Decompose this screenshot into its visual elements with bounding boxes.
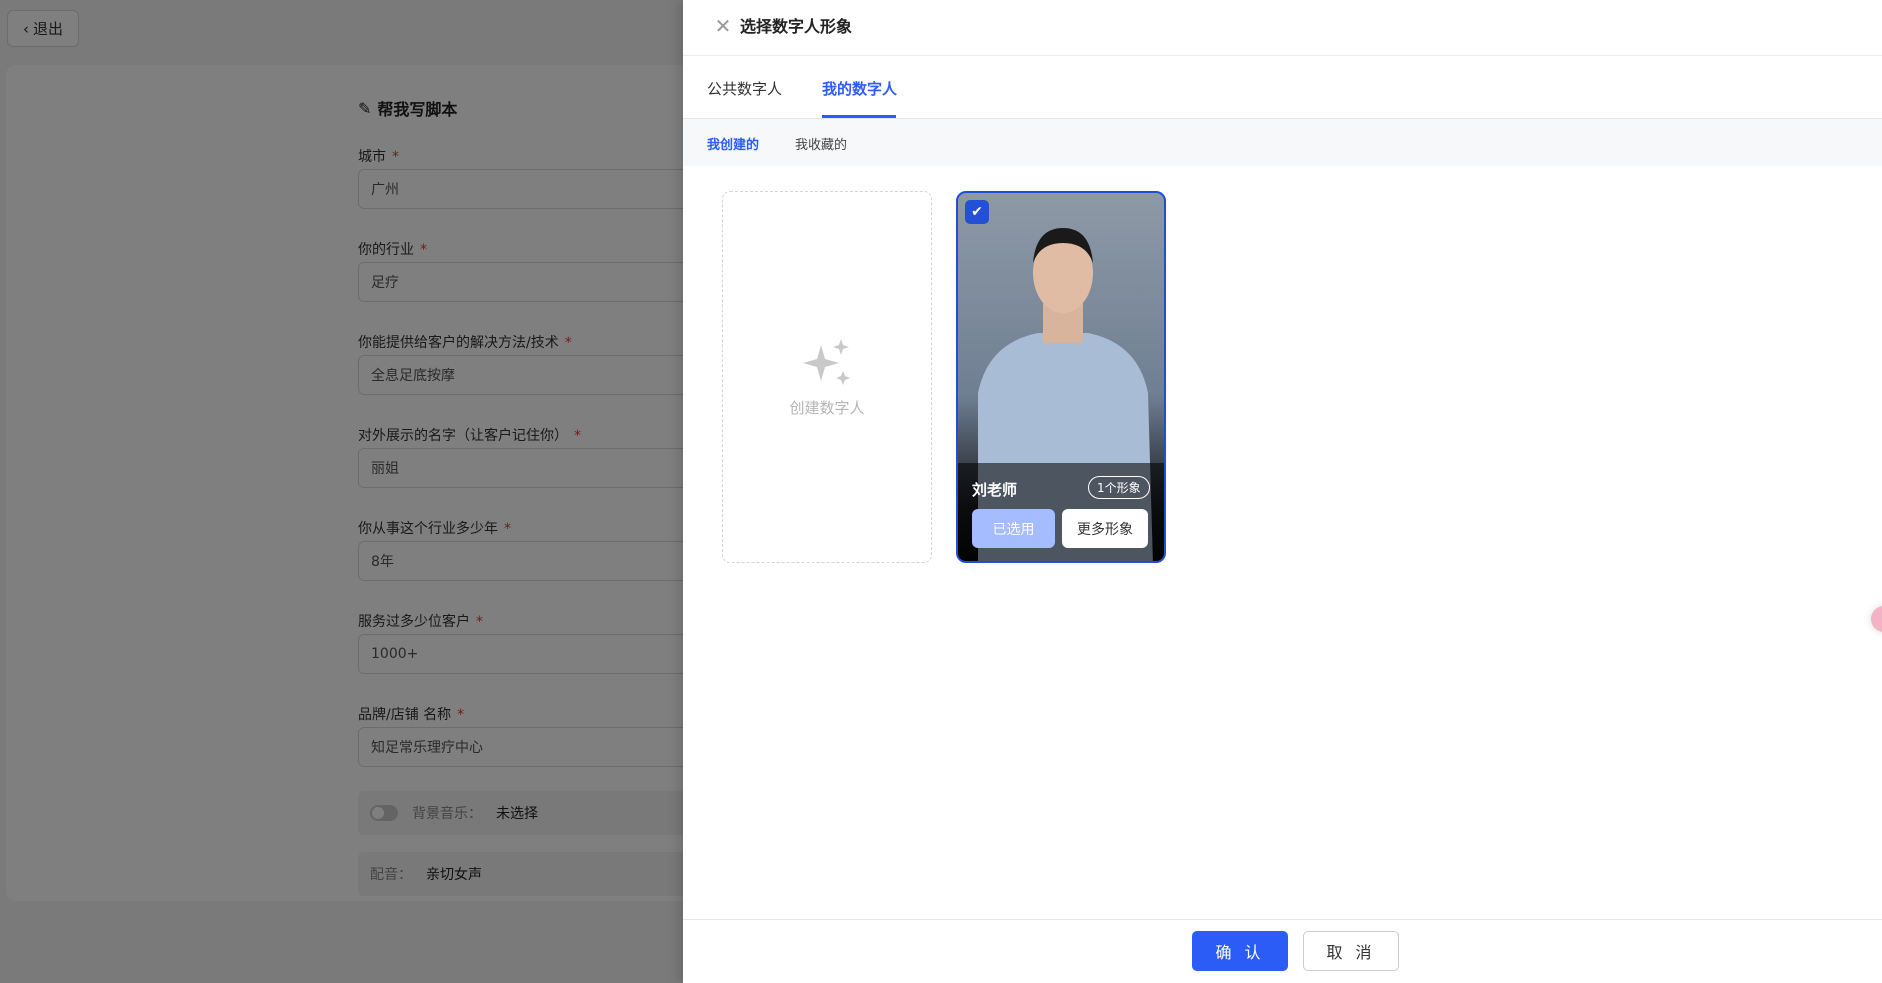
close-icon[interactable]: ✕ <box>711 14 735 38</box>
floating-assistant-icon[interactable] <box>1871 606 1882 632</box>
subtab-bar: 我创建的 我收藏的 <box>683 119 1882 166</box>
avatar-drawer: ✕ 选择数字人形象 公共数字人 我的数字人 我创建的 我收藏的 创建数字人 ✔ … <box>683 0 1882 983</box>
avatar-name: 刘老师 <box>972 481 1018 499</box>
create-avatar-card[interactable]: 创建数字人 <box>722 191 932 563</box>
subtab-favorited[interactable]: 我收藏的 <box>795 134 847 153</box>
subtab-created[interactable]: 我创建的 <box>707 134 759 153</box>
more-avatars-button[interactable]: 更多形象 <box>1062 509 1148 548</box>
used-button[interactable]: 已选用 <box>972 509 1055 548</box>
avatar-card[interactable]: ✔ 刘老师 1个形象 已选用 更多形象 <box>956 191 1166 563</box>
cancel-button[interactable]: 取 消 <box>1303 931 1399 971</box>
drawer-title: 选择数字人形象 <box>740 17 853 36</box>
tab-my-avatars[interactable]: 我的数字人 <box>822 78 897 99</box>
drawer-header: ✕ 选择数字人形象 <box>683 0 1882 56</box>
sparkle-icon <box>803 338 850 385</box>
selected-check-icon[interactable]: ✔ <box>965 200 989 224</box>
avatar-photo <box>958 228 1164 561</box>
tab-public-avatars[interactable]: 公共数字人 <box>707 78 782 99</box>
tab-bar: 公共数字人 我的数字人 <box>683 56 1882 119</box>
active-tab-indicator <box>822 115 896 118</box>
avatar-count-badge: 1个形象 <box>1088 476 1150 499</box>
footer-divider <box>683 919 1882 920</box>
confirm-button[interactable]: 确 认 <box>1192 931 1288 971</box>
